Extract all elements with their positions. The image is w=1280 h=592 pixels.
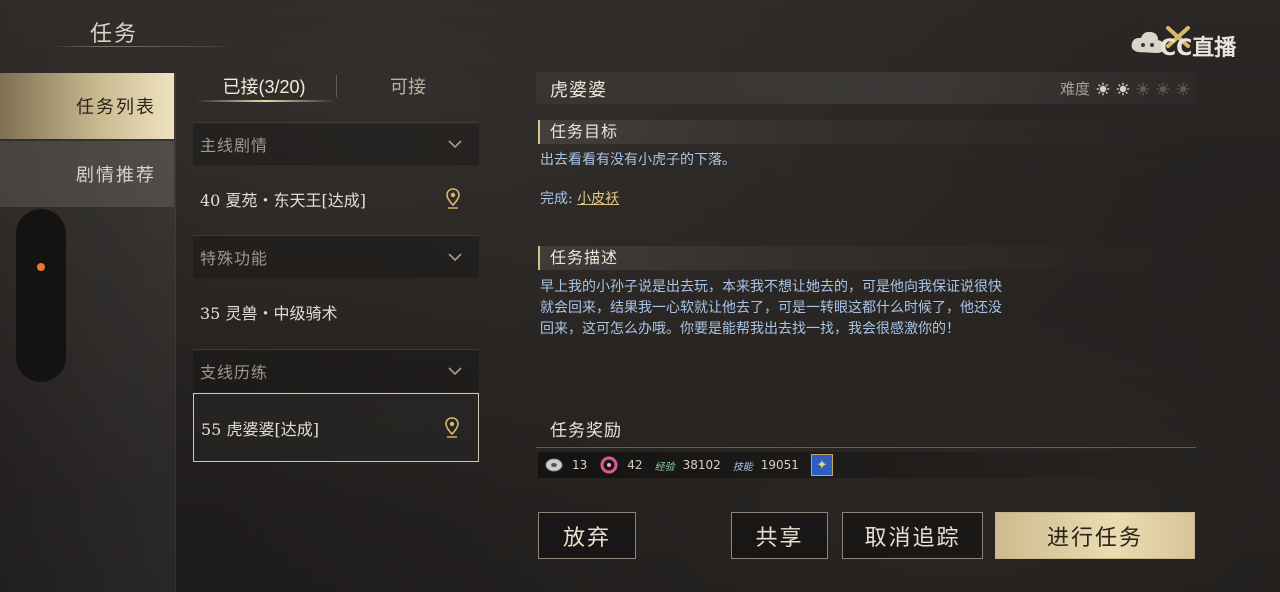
- page-title: 任务: [90, 22, 139, 47]
- abandon-button[interactable]: 放弃: [538, 512, 636, 559]
- quest-name: 35 灵兽・中级骑术: [200, 304, 338, 323]
- reward-value: 38102: [682, 458, 721, 472]
- category-header-side[interactable]: 支线历练: [193, 349, 479, 392]
- chevron-down-icon: [448, 367, 462, 376]
- quest-name: 55 虎婆婆[达成]: [201, 419, 319, 439]
- difficulty-rating: 难度: [1060, 78, 1190, 99]
- sidebar-tab-label: 剧情推荐: [76, 165, 156, 186]
- skill-tag: 技能: [732, 461, 753, 473]
- notification-dot-icon: [37, 263, 45, 271]
- chevron-down-icon: [448, 253, 462, 262]
- difficulty-star-icon: [1096, 82, 1110, 95]
- quest-row[interactable]: 40 夏苑・东天王[达成]: [193, 166, 479, 232]
- share-button[interactable]: 共享: [731, 512, 828, 559]
- sidebar-scroll-track[interactable]: [16, 209, 66, 382]
- reward-list: 13 42 经验 38102 技能 19051 ✦: [538, 452, 1198, 478]
- difficulty-star-icon: [1156, 82, 1170, 95]
- title-underline: [50, 46, 225, 47]
- completion-label: 完成:: [540, 191, 573, 207]
- difficulty-star-icon: [1116, 82, 1130, 95]
- reward-exp[interactable]: 经验 38102: [655, 458, 721, 473]
- reward-value: 19051: [760, 458, 799, 472]
- description-line: 早上我的小孙子说是出去玩，本来我不想让她去的，可是他向我保证说很快: [540, 279, 1002, 295]
- category-label: 支线历练: [200, 363, 269, 382]
- special-item-icon[interactable]: ✦: [810, 454, 833, 476]
- category-header-special[interactable]: 特殊功能: [193, 235, 479, 278]
- silver-coin-icon: [545, 458, 563, 472]
- quest-row[interactable]: 35 灵兽・中级骑术: [193, 279, 479, 345]
- active-tab-indicator: [195, 100, 335, 102]
- difficulty-star-icon: [1136, 82, 1150, 95]
- chevron-down-icon: [448, 140, 462, 149]
- untrack-button[interactable]: 取消追踪: [842, 512, 983, 559]
- quest-name: 40 夏苑・东天王[达成]: [200, 191, 366, 210]
- reward-gem[interactable]: 42: [599, 455, 643, 475]
- sidebar-tab-story-recommend[interactable]: 剧情推荐: [0, 141, 174, 207]
- watermark-text: CC直播: [1160, 36, 1237, 61]
- exp-tag: 经验: [654, 461, 675, 473]
- category-label: 特殊功能: [200, 249, 269, 268]
- reward-silver[interactable]: 13: [544, 455, 587, 475]
- sidebar-tab-label: 任务列表: [76, 97, 156, 118]
- quest-title: 虎婆婆: [550, 80, 607, 101]
- description-heading: 任务描述: [538, 246, 1178, 270]
- tab-available[interactable]: 可接: [338, 66, 478, 106]
- completion-item-link[interactable]: 小皮袄: [577, 191, 619, 207]
- objective-heading: 任务目标: [538, 120, 1178, 144]
- description-line: 就会回来，结果我一心软就让他去了，可是一转眼这都什么时候了，他还没: [540, 300, 1002, 316]
- location-pin-icon[interactable]: [444, 416, 460, 440]
- category-header-main-story[interactable]: 主线剧情: [193, 122, 479, 165]
- pink-gem-icon: [600, 456, 618, 474]
- category-label: 主线剧情: [200, 136, 269, 155]
- quest-row-selected[interactable]: 55 虎婆婆[达成]: [193, 393, 479, 462]
- difficulty-label: 难度: [1060, 80, 1091, 98]
- description-line: 回来，这可怎么办哦。你要是能帮我出去找一找，我会很感激你的！: [540, 321, 960, 337]
- objective-text: 出去看看有没有小虎子的下落。: [540, 152, 736, 168]
- difficulty-star-icon: [1176, 82, 1190, 95]
- tab-divider: [336, 75, 337, 97]
- location-pin-icon[interactable]: [445, 187, 461, 211]
- reward-value: 13: [572, 458, 588, 472]
- difficulty-stars: [1096, 82, 1190, 96]
- sidebar-tab-quest-list[interactable]: 任务列表: [0, 73, 174, 139]
- completion-line: 完成: 小皮袄: [540, 189, 619, 210]
- reward-skill[interactable]: 技能 19051: [733, 458, 799, 473]
- reward-value: 42: [627, 458, 643, 472]
- proceed-quest-button[interactable]: 进行任务: [995, 512, 1195, 559]
- reward-heading: 任务奖励: [536, 416, 1196, 448]
